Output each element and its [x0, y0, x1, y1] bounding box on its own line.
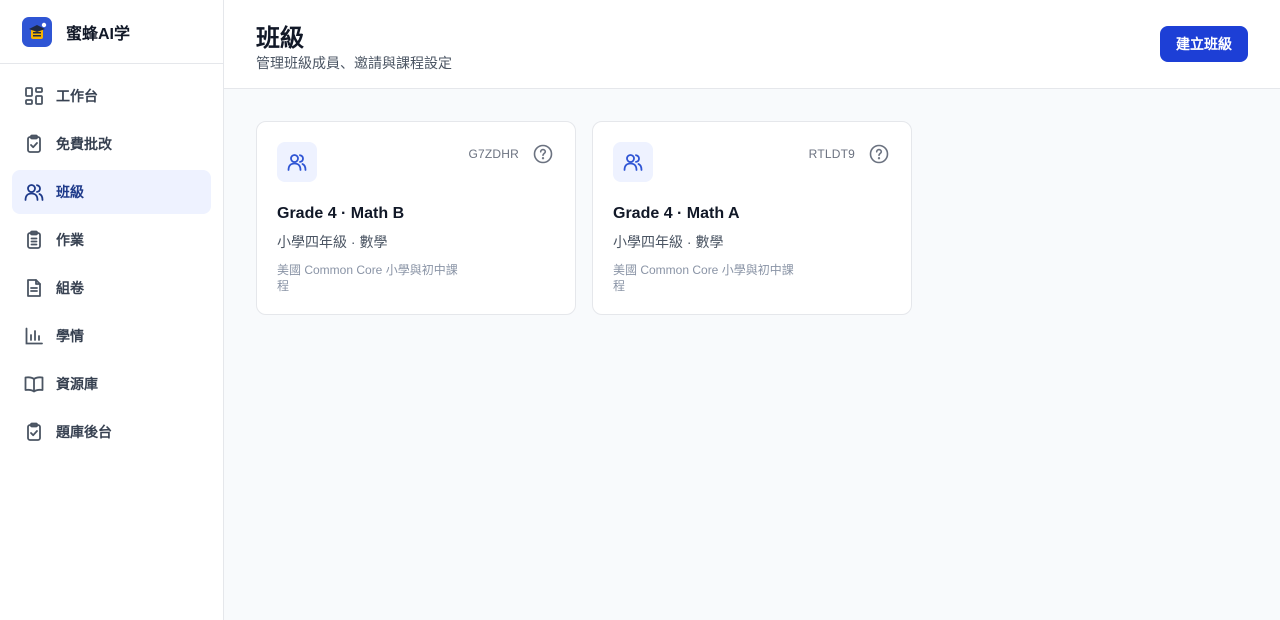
- page-header: 班級 管理班級成員、邀請與課程設定 建立班級: [224, 0, 1280, 89]
- sidebar-item-classes[interactable]: 班級: [12, 170, 211, 214]
- sidebar-item-compose-paper[interactable]: 組卷: [12, 266, 211, 310]
- book-open-icon: [24, 374, 44, 394]
- class-code: RTLDT9: [808, 147, 855, 161]
- sidebar-item-label: 組卷: [56, 280, 84, 296]
- brand-logo-icon: [22, 16, 52, 47]
- sidebar-item-dashboard[interactable]: 工作台: [12, 74, 211, 118]
- brand[interactable]: 蜜蜂AI学: [0, 0, 223, 64]
- document-icon: [24, 278, 44, 298]
- clipboard-list-icon: [24, 230, 44, 250]
- users-icon: [24, 182, 44, 202]
- dashboard-icon: [24, 86, 44, 106]
- class-curriculum: 美國 Common Core 小學與初中課程: [277, 263, 458, 293]
- class-title: Grade 4 · Math A: [613, 205, 740, 222]
- class-curriculum: 美國 Common Core 小學與初中課程: [613, 263, 794, 293]
- sidebar-item-analytics[interactable]: 學情: [12, 314, 211, 358]
- class-card[interactable]: G7ZDHR Grade 4 · Math B 小學四年級 · 數學 美國 Co…: [256, 121, 576, 315]
- sidebar-item-label: 資源庫: [56, 376, 98, 392]
- help-circle-icon[interactable]: [869, 144, 889, 164]
- sidebar-item-label: 免費批改: [56, 136, 112, 152]
- page-title: 班級: [256, 25, 304, 52]
- create-class-button[interactable]: 建立班級: [1160, 26, 1248, 62]
- class-card[interactable]: RTLDT9 Grade 4 · Math A 小學四年級 · 數學 美國 Co…: [592, 121, 912, 315]
- users-icon: [613, 142, 653, 182]
- brand-name: 蜜蜂AI学: [66, 25, 131, 43]
- class-title: Grade 4 · Math B: [277, 205, 405, 222]
- sidebar-item-resources[interactable]: 資源庫: [12, 362, 211, 406]
- clipboard-check-icon: [24, 422, 44, 442]
- bar-chart-icon: [24, 326, 44, 346]
- sidebar-item-label: 題庫後台: [56, 424, 112, 440]
- class-grade: 小學四年級 · 數學: [277, 234, 388, 250]
- sidebar-item-label: 班級: [56, 184, 84, 200]
- help-circle-icon[interactable]: [533, 144, 553, 164]
- sidebar-nav: 工作台 免費批改 班級 作業 組卷 學情 資源庫 題庫後台: [0, 64, 223, 468]
- sidebar-item-assignments[interactable]: 作業: [12, 218, 211, 262]
- class-card-list: G7ZDHR Grade 4 · Math B 小學四年級 · 數學 美國 Co…: [256, 121, 912, 315]
- sidebar-item-label: 學情: [56, 328, 84, 344]
- sidebar-item-label: 作業: [56, 232, 84, 248]
- class-code: G7ZDHR: [468, 147, 519, 161]
- sidebar-item-label: 工作台: [56, 88, 98, 104]
- sidebar-item-free-grading[interactable]: 免費批改: [12, 122, 211, 166]
- clipboard-check-icon: [24, 134, 44, 154]
- users-icon: [277, 142, 317, 182]
- sidebar: 蜜蜂AI学 工作台 免費批改 班級 作業 組卷 學情 資源庫 題庫後台: [0, 0, 224, 620]
- sidebar-item-question-bank-admin[interactable]: 題庫後台: [12, 410, 211, 454]
- page-subtitle: 管理班級成員、邀請與課程設定: [256, 55, 452, 71]
- class-grade: 小學四年級 · 數學: [613, 234, 724, 250]
